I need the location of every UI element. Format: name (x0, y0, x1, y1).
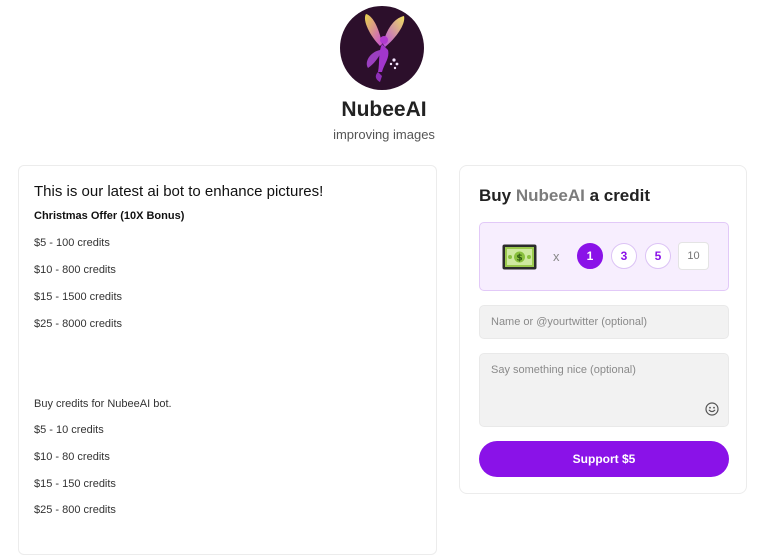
svg-text:$: $ (516, 254, 522, 264)
regular-item: $15 - 150 credits (34, 478, 116, 490)
message-input[interactable] (479, 353, 729, 427)
smiley-icon[interactable] (705, 402, 719, 416)
regular-heading: Buy credits for NubeeAI bot. (34, 398, 172, 410)
regular-item: $10 - 80 credits (34, 451, 110, 463)
custom-quantity-input[interactable] (678, 242, 709, 270)
offer-item: $10 - 800 credits (34, 264, 116, 276)
support-card: Buy NubeeAI a credit $ x 1 3 5 Support $… (459, 165, 747, 494)
regular-item: $25 - 800 credits (34, 504, 116, 516)
quantity-option-5[interactable]: 5 (645, 243, 671, 269)
offer-heading: Christmas Offer (10X Bonus) (34, 210, 185, 222)
about-card: This is our latest ai bot to enhance pic… (18, 165, 437, 555)
offer-item: $15 - 1500 credits (34, 291, 123, 303)
support-button[interactable]: Support $5 (479, 441, 729, 477)
support-title-suffix: a credit (589, 186, 651, 205)
fairy-icon (364, 14, 405, 82)
creator-tagline: improving images (333, 127, 435, 142)
quantity-option-1[interactable]: 1 (577, 243, 603, 269)
multiplier-sign: x (553, 249, 560, 264)
support-title: Buy NubeeAI a credit (479, 186, 650, 206)
offer-item: $5 - 100 credits (34, 237, 110, 249)
creator-name: NubeeAI (341, 98, 427, 121)
money-icon: $ (502, 244, 537, 270)
creator-avatar[interactable] (340, 6, 424, 90)
quantity-selector: $ x 1 3 5 (479, 222, 729, 291)
creator-header: NubeeAI improving images (0, 0, 768, 150)
support-title-prefix: Buy (479, 186, 512, 205)
support-title-name: NubeeAI (515, 186, 585, 205)
name-input[interactable] (479, 305, 729, 339)
about-title: This is our latest ai bot to enhance pic… (34, 183, 324, 200)
quantity-option-3[interactable]: 3 (611, 243, 637, 269)
regular-item: $5 - 10 credits (34, 424, 104, 436)
offer-item: $25 - 8000 credits (34, 318, 123, 330)
